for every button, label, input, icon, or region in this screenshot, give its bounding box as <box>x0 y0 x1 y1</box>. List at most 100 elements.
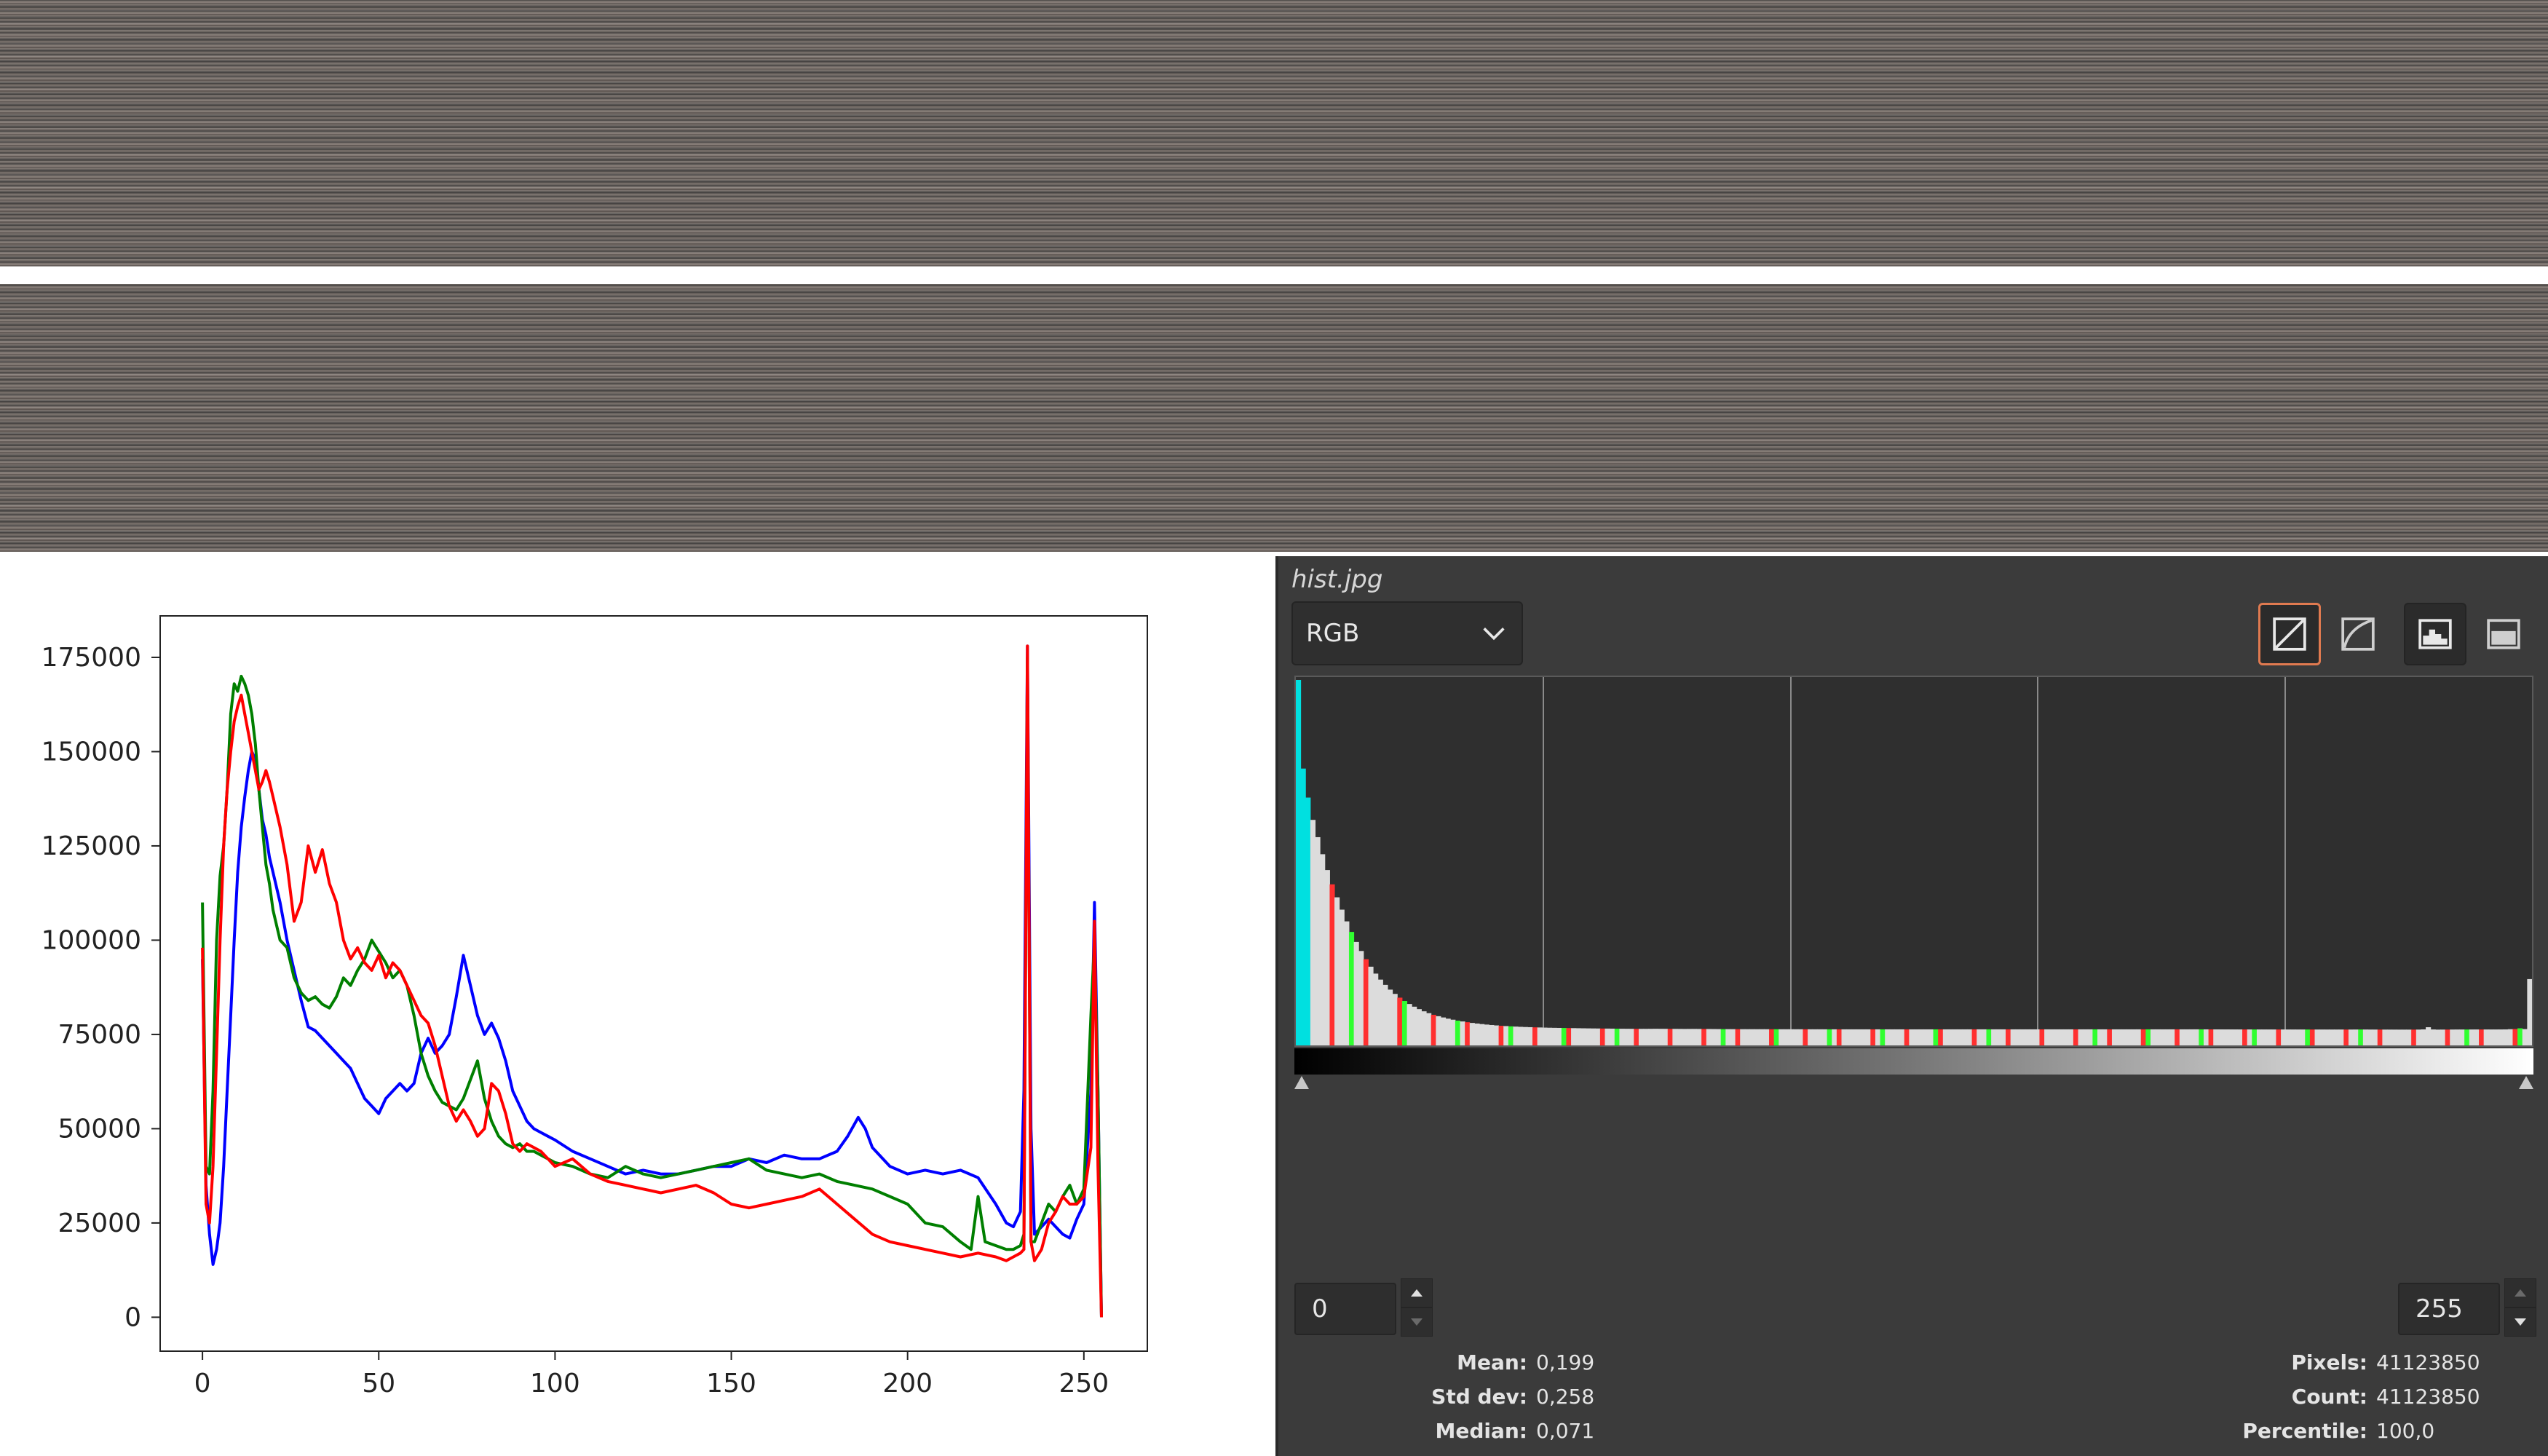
histogram-bin <box>2010 1029 2016 1045</box>
histogram-bin <box>2459 1029 2465 1045</box>
high-value-input[interactable]: 255 <box>2398 1283 2500 1335</box>
stddev-label: Std dev: <box>1431 1385 1527 1409</box>
stats-left-labels: Mean: Std dev: Median: <box>1278 1345 1527 1448</box>
gimp-histogram-dialog: hist.jpg RGB 0 255 Mean: Std dev: Median… <box>1275 556 2548 1456</box>
histogram-bin <box>1532 1027 1538 1045</box>
x-tick-label: 50 <box>362 1369 395 1398</box>
histogram-bin <box>2261 1029 2267 1045</box>
histogram-bin <box>1493 1025 1500 1045</box>
histogram-bin <box>2252 1029 2258 1045</box>
histogram-bin <box>2068 1029 2074 1045</box>
histogram-bin <box>1643 1029 1649 1045</box>
histogram-bin <box>1546 1027 1553 1045</box>
histogram-bin <box>1479 1024 1485 1045</box>
histogram-bin <box>1918 1029 1924 1045</box>
histogram-bin <box>2102 1029 2108 1045</box>
linear-histogram-button[interactable] <box>2258 603 2321 665</box>
histogram-bin <box>1827 1029 1832 1045</box>
high-range-marker[interactable] <box>2519 1076 2533 1089</box>
histogram-bin <box>1368 966 1374 1045</box>
histogram-bin <box>1928 1029 1934 1045</box>
histogram-bin <box>2151 1029 2156 1045</box>
increment-button[interactable] <box>1401 1278 1433 1307</box>
histogram-bin <box>1821 1029 1828 1045</box>
channel-select-value: RGB <box>1306 619 1360 648</box>
histogram-bin <box>2054 1029 2060 1045</box>
histogram-bin <box>2217 1029 2223 1045</box>
histogram-bin <box>2527 978 2532 1045</box>
histogram-bin <box>1503 1026 1509 1045</box>
chevron-up-icon <box>1411 1289 1423 1297</box>
x-tick-label: 200 <box>882 1369 933 1398</box>
histogram-bin <box>2503 1029 2509 1045</box>
histogram-bin <box>1489 1024 1495 1045</box>
histogram-bin <box>1638 1029 1645 1045</box>
histogram-bin <box>2426 1027 2432 1045</box>
decrement-button[interactable] <box>1401 1307 1433 1337</box>
histogram-bin <box>1899 1029 1905 1045</box>
histogram-bin <box>1431 1014 1436 1045</box>
histogram-view-button[interactable] <box>2404 603 2466 665</box>
histogram-bin <box>1388 989 1393 1045</box>
histogram-bin <box>1875 1029 1881 1045</box>
histogram-bin <box>2382 1029 2388 1045</box>
histogram-bin <box>2140 1029 2146 1045</box>
histogram-bin <box>1329 884 1335 1045</box>
histogram-bin <box>2073 1029 2079 1045</box>
mean-label: Mean: <box>1457 1350 1527 1374</box>
histogram-bin <box>1894 1029 1900 1045</box>
histogram-bin <box>1498 1026 1504 1045</box>
histogram-bin <box>1711 1029 1717 1045</box>
histogram-bin <box>1614 1029 1620 1045</box>
high-value-stepper[interactable] <box>2504 1278 2536 1340</box>
histogram-bin <box>1450 1019 1456 1045</box>
histogram-bin <box>1455 1020 1461 1045</box>
histogram-bin <box>2391 1029 2397 1045</box>
low-value-stepper[interactable] <box>1401 1278 1433 1340</box>
low-value-input[interactable]: 0 <box>1294 1283 1396 1335</box>
histogram-bin <box>2111 1029 2118 1045</box>
median-value: 0,071 <box>1536 1419 1595 1443</box>
histogram-bin <box>2271 1029 2276 1045</box>
histogram-bin <box>2483 1029 2489 1045</box>
histogram-bin <box>2083 1029 2089 1045</box>
histogram-bin <box>1672 1029 1678 1045</box>
histogram-bin <box>1759 1029 1765 1045</box>
histogram-bin <box>2164 1029 2171 1045</box>
histogram-bin <box>1551 1027 1557 1045</box>
histogram-bin <box>1392 994 1398 1045</box>
decrement-button[interactable] <box>2504 1307 2536 1337</box>
low-range-marker[interactable] <box>1294 1076 1309 1089</box>
logarithmic-histogram-button[interactable] <box>2327 603 2389 665</box>
histogram-bin <box>2295 1029 2301 1045</box>
histogram-bin <box>1793 1029 1799 1045</box>
stats-left-values: 0,199 0,258 0,071 <box>1536 1345 1682 1448</box>
histogram-bin <box>1880 1029 1886 1045</box>
histogram-bin <box>2078 1029 2084 1045</box>
histogram-bin <box>1653 1029 1658 1045</box>
histogram-display[interactable] <box>1294 676 2533 1047</box>
histogram-bin <box>1865 1029 1871 1045</box>
histogram-bin <box>2097 1029 2103 1045</box>
histogram-bin <box>1634 1029 1639 1045</box>
histogram-bin <box>1305 797 1311 1045</box>
histogram-bin <box>1460 1021 1465 1045</box>
histogram-bin <box>2223 1029 2228 1045</box>
increment-button[interactable] <box>2504 1278 2536 1307</box>
histogram-bin <box>1773 1029 1779 1045</box>
channel-select[interactable]: RGB <box>1291 601 1523 665</box>
histogram-bin <box>2445 1029 2450 1045</box>
histogram-bin <box>1725 1029 1731 1045</box>
histogram-bin <box>1571 1028 1577 1045</box>
histogram-bin <box>1585 1028 1591 1045</box>
histogram-bin <box>2193 1029 2199 1045</box>
histogram-bin <box>1744 1029 1750 1045</box>
histogram-bin <box>2001 1029 2006 1045</box>
histogram-bin <box>2450 1029 2456 1045</box>
histogram-bin <box>2092 1029 2098 1045</box>
histogram-bin <box>1426 1013 1432 1045</box>
histogram-bin <box>2348 1029 2354 1045</box>
histogram-view-alt-button[interactable] <box>2472 603 2535 665</box>
histogram-bin <box>2116 1029 2122 1045</box>
histogram-bin <box>2329 1029 2335 1045</box>
